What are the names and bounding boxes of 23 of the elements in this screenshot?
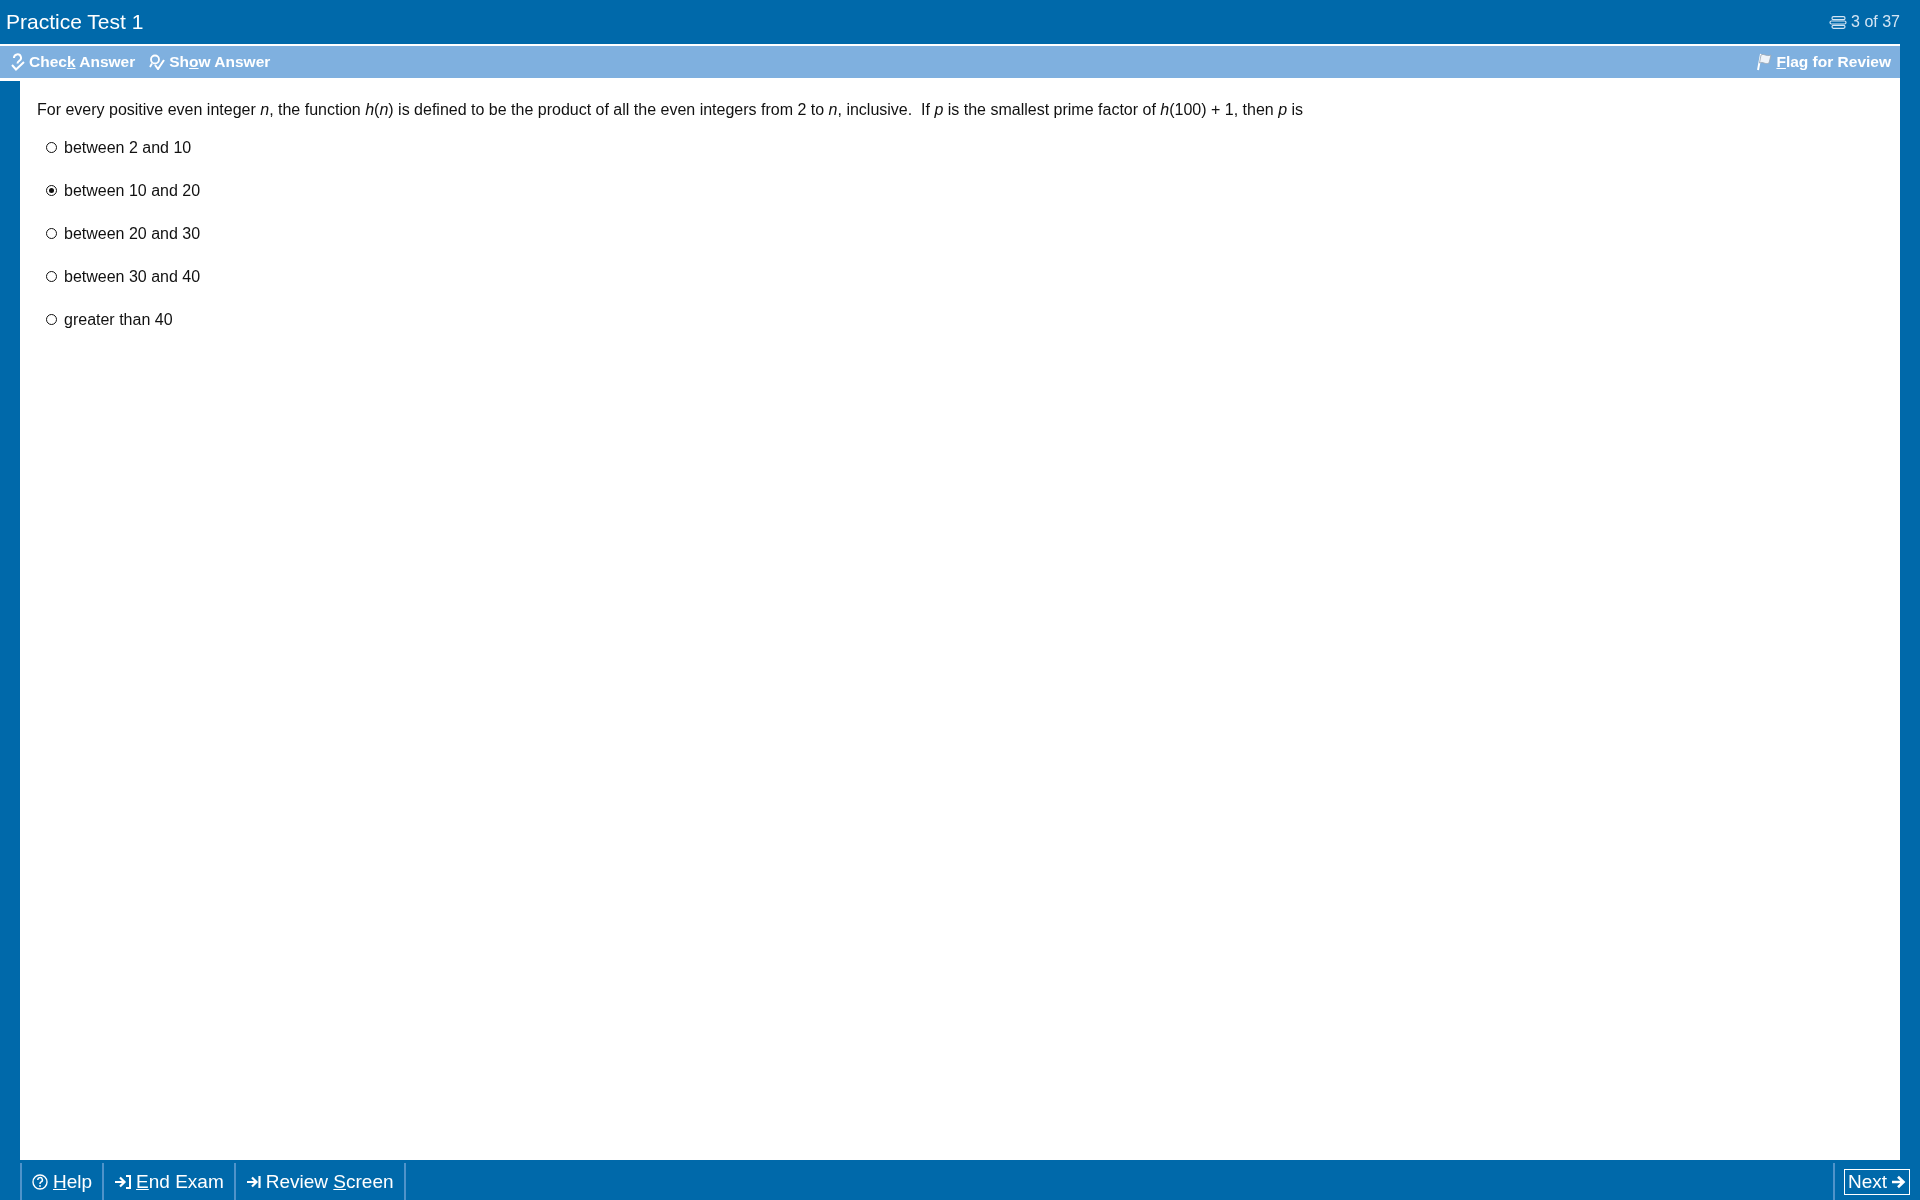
radio-button[interactable] bbox=[46, 271, 57, 282]
question-text: For every positive even integer n, the function h(n) is defined to be the product of all the even integers from 2 to n, inclusive. If p is the smallest prime factor of h(100) + 1, then p is bbox=[37, 100, 1305, 119]
review-screen-button[interactable]: Review Screen bbox=[233, 1163, 406, 1200]
radio-button[interactable] bbox=[46, 314, 57, 325]
radio-button[interactable] bbox=[46, 142, 57, 153]
question-check-icon bbox=[11, 53, 25, 71]
radio-button[interactable] bbox=[46, 185, 57, 196]
flag-icon bbox=[1756, 53, 1773, 71]
window-title: Practice Test 1 bbox=[6, 10, 144, 34]
arrow-right-icon bbox=[1891, 1174, 1906, 1189]
option-label[interactable]: greater than 40 bbox=[64, 310, 173, 329]
arrow-to-bar-icon bbox=[245, 1174, 261, 1189]
stack-icon bbox=[1829, 15, 1848, 29]
help-icon bbox=[32, 1173, 48, 1190]
option-label[interactable]: between 2 and 10 bbox=[64, 138, 192, 157]
next-button[interactable]: Next bbox=[1843, 1168, 1910, 1195]
option-label[interactable]: between 30 and 40 bbox=[64, 267, 201, 286]
question-counter: 3 of 37 bbox=[1851, 13, 1900, 31]
radio-button[interactable] bbox=[46, 228, 57, 239]
lens-check-icon bbox=[149, 54, 166, 70]
option-label[interactable]: between 20 and 30 bbox=[64, 224, 201, 243]
arrow-into-bracket-icon bbox=[114, 1174, 132, 1189]
option-label[interactable]: between 10 and 20 bbox=[64, 181, 201, 200]
